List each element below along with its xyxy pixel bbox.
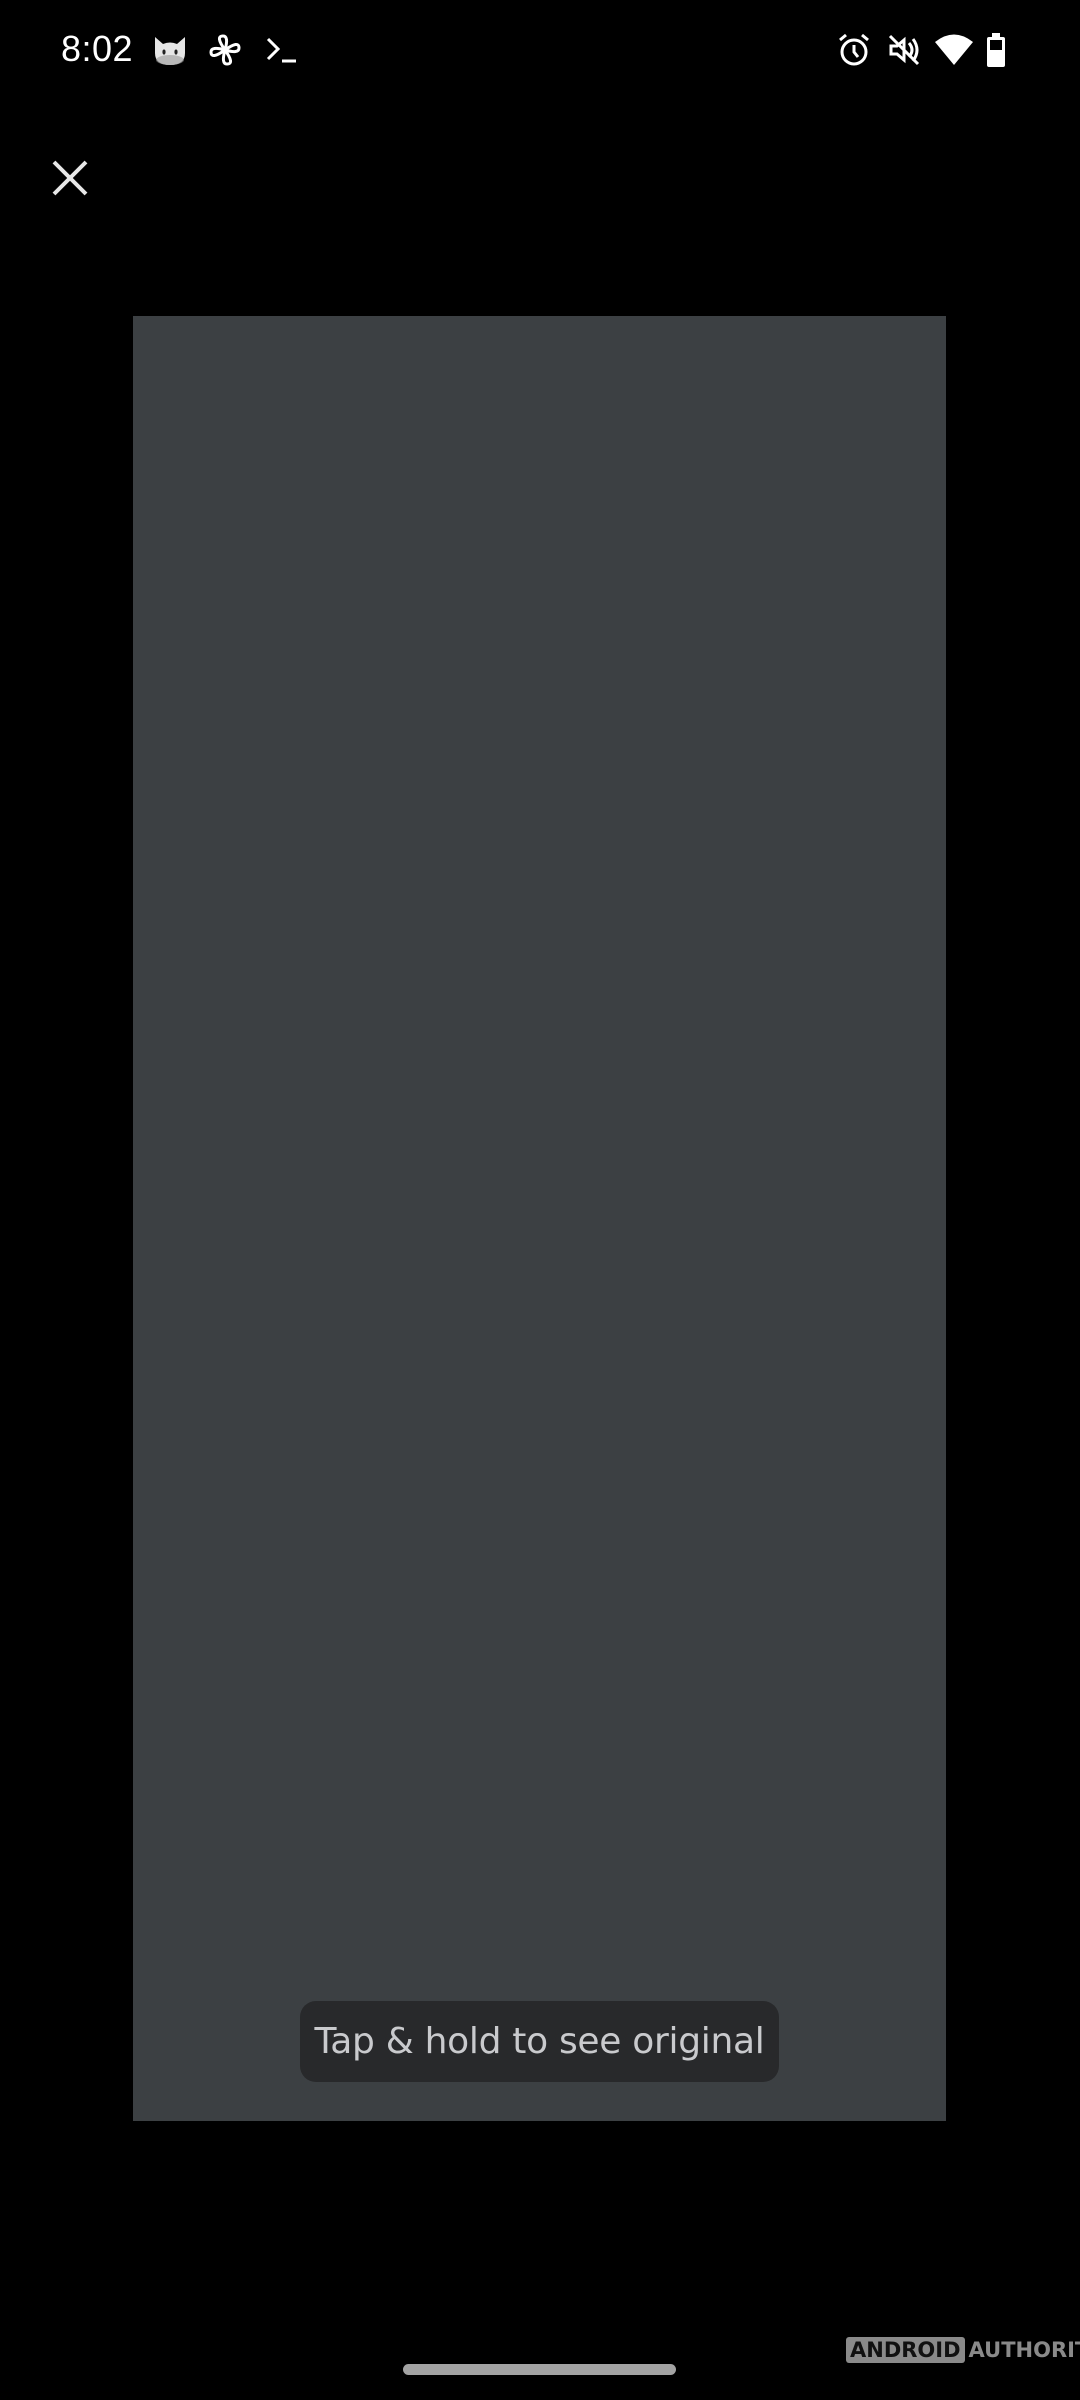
image-preview[interactable] [133,316,946,2121]
tap-hold-hint[interactable]: Tap & hold to see original [300,2001,779,2082]
status-bar: 8:02 [0,0,1080,100]
pinwheel-icon [205,30,245,70]
terminal-icon [262,30,302,70]
alarm-icon [834,30,874,70]
watermark-plain-text: AUTHORITY [968,2338,1080,2362]
wifi-icon [932,30,976,70]
close-button[interactable] [40,150,100,210]
gesture-nav-handle[interactable] [403,2364,676,2375]
muted-icon [884,30,924,70]
watermark-boxed-text: ANDROID [846,2337,965,2363]
clock: 8:02 [61,28,134,69]
battery-icon [984,30,1008,70]
tap-hold-hint-text: Tap & hold to see original [314,2021,765,2062]
watermark-logo: ANDROID AUTHORITY [846,2336,1080,2364]
close-icon [50,158,90,203]
cat-app-icon [150,30,190,70]
